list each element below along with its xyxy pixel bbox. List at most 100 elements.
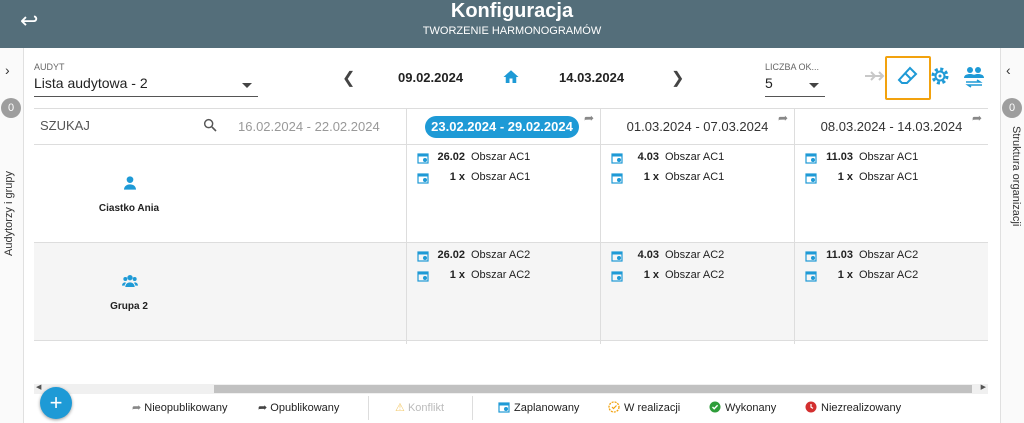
clock-icon [608, 401, 620, 413]
expand-left-panel-icon[interactable]: › [5, 62, 10, 78]
entry-area: Obszar AC2 [859, 269, 919, 281]
audyt-select[interactable]: Lista audytowa - 2 [34, 75, 258, 97]
week-label: 01.03.2024 - 07.03.2024 [626, 119, 769, 134]
swap-users-icon[interactable] [962, 64, 986, 88]
organization-side-panel: ‹ 0 Struktura organizacji [1000, 48, 1024, 423]
scroll-left-icon[interactable]: ◀ [36, 383, 41, 391]
calendar-icon [611, 153, 623, 164]
auditor-cell[interactable]: Ciastko Ania [34, 145, 224, 243]
entry-area: Obszar AC1 [471, 151, 531, 163]
search-input[interactable]: SZUKAJ [40, 118, 90, 133]
cancel-clock-icon [805, 401, 817, 413]
audyt-label: AUDYT [34, 62, 65, 72]
eraser-icon[interactable] [896, 64, 920, 88]
check-circle-icon [709, 401, 721, 413]
previous-period-button[interactable]: ❮ [342, 68, 355, 88]
schedule-grid: SZUKAJ 16.02.2024 - 22.02.2024 23.02.202… [34, 108, 988, 344]
schedule-cell[interactable]: 26.02 Obszar AC2 1 x Obszar AC2 [406, 243, 600, 341]
calendar-icon [805, 153, 817, 164]
entry-date: 26.02 [437, 249, 465, 261]
legend-opublikowany: ➦ Opublikowany [258, 401, 339, 417]
share-arrow-icon[interactable]: ➦ [972, 111, 982, 125]
horizontal-scrollbar[interactable]: ◀ ▶ [34, 384, 988, 394]
page-title: Konfiguracja [450, 0, 574, 22]
entry-date: 4.03 [637, 249, 659, 261]
auditors-count-badge: 0 [1, 98, 21, 118]
scroll-right-icon[interactable]: ▶ [981, 383, 986, 391]
schedule-cell[interactable]: 26.02 Obszar AC1 1 x Obszar AC1 [406, 145, 600, 243]
next-period-button[interactable]: ❯ [671, 68, 684, 88]
entry-area: Obszar AC1 [665, 151, 725, 163]
entry-area: Obszar AC2 [471, 269, 531, 281]
date-from: 09.02.2024 [398, 70, 464, 85]
legend-w-realizacji: W realizacji [608, 401, 680, 417]
entry-date: 4.03 [637, 151, 659, 163]
entry-count: 1 x [643, 269, 659, 281]
toolbar: AUDYT Lista audytowa - 2 ❮ 09.02.2024 14… [24, 48, 1000, 108]
calendar-icon [417, 271, 429, 282]
entry-count: 1 x [449, 171, 465, 183]
schedule-cell[interactable]: 4.03 Obszar AC1 1 x Obszar AC1 [600, 145, 794, 243]
calendar-icon [417, 153, 429, 164]
expand-right-panel-icon[interactable]: ‹ [1006, 62, 1011, 78]
week-header[interactable]: 01.03.2024 - 07.03.2024 ➦ [601, 109, 794, 145]
legend-divider [368, 396, 369, 420]
share-arrow-icon[interactable]: ➦ [778, 111, 788, 125]
entry-date: 26.02 [437, 151, 465, 163]
search-icon[interactable] [202, 117, 218, 133]
liczba-select[interactable]: 5 [765, 75, 825, 97]
legend-label: Nieopublikowany [144, 402, 228, 414]
entry-area: Obszar AC1 [859, 151, 919, 163]
settings-gear-icon[interactable] [928, 64, 952, 88]
calendar-icon [417, 173, 429, 184]
week-label: 08.03.2024 - 14.03.2024 [820, 119, 963, 134]
week-header[interactable]: 23.02.2024 - 29.02.2024 ➦ [407, 109, 600, 145]
legend-label: W realizacji [624, 402, 681, 414]
entry-area: Obszar AC2 [859, 249, 919, 261]
search-box[interactable]: SZUKAJ [34, 109, 224, 145]
calendar-icon [805, 251, 817, 262]
audyt-select-value: Lista audytowa - 2 [34, 75, 148, 91]
entry-count: 1 x [643, 171, 659, 183]
legend-divider [472, 396, 473, 420]
legend-label: Konflikt [407, 402, 445, 414]
week-header[interactable]: 08.03.2024 - 14.03.2024 ➦ [795, 109, 988, 145]
calendar-icon [611, 251, 623, 262]
calendar-icon [611, 271, 623, 282]
scrollbar-thumb[interactable] [214, 385, 972, 393]
entry-count: 1 x [449, 269, 465, 281]
home-icon[interactable] [502, 68, 520, 86]
calendar-icon [805, 173, 817, 184]
previous-week-label: 16.02.2024 - 22.02.2024 [238, 119, 380, 134]
share-arrow-icon[interactable]: ➦ [584, 111, 594, 125]
page-subtitle: TWORZENIE HARMONOGRAMÓW [422, 25, 602, 37]
group-cell[interactable]: Grupa 2 [34, 243, 224, 341]
entry-count: 1 x [837, 269, 853, 281]
entry-area: Obszar AC2 [471, 249, 531, 261]
group-name: Grupa 2 [110, 301, 148, 312]
app-header: ↩ Konfiguracja TWORZENIE HARMONOGRAMÓW [0, 0, 1024, 48]
add-button[interactable]: + [40, 387, 72, 419]
schedule-cell[interactable]: 4.03 Obszar AC2 1 x Obszar AC2 [600, 243, 794, 341]
auditors-panel-label[interactable]: Audytorzy i grupy [3, 126, 21, 256]
publish-arrows-icon[interactable] [862, 64, 886, 88]
legend-konflikt: ⚠ Konflikt [395, 401, 444, 417]
warning-icon: ⚠ [395, 402, 405, 414]
organization-count-badge: 0 [1002, 98, 1022, 118]
share-arrow-icon: ➦ [258, 402, 268, 414]
legend-label: Niezrealizowany [821, 402, 902, 414]
entry-area: Obszar AC2 [665, 269, 725, 281]
current-week-pill[interactable]: 23.02.2024 - 29.02.2024 [425, 116, 579, 138]
legend-label: Zaplanowany [514, 402, 580, 414]
auditors-side-panel: › 0 Audytorzy i grupy [0, 48, 24, 423]
schedule-cell[interactable]: 11.03 Obszar AC1 1 x Obszar AC1 [794, 145, 988, 243]
organization-panel-label[interactable]: Struktura organizacji [1004, 126, 1022, 256]
calendar-icon [417, 251, 429, 262]
liczba-label: LICZBA OK... [765, 62, 820, 72]
entry-area: Obszar AC2 [665, 249, 725, 261]
schedule-cell[interactable]: 11.03 Obszar AC2 1 x Obszar AC2 [794, 243, 988, 341]
auditor-name: Ciastko Ania [98, 203, 160, 214]
table-row: Ciastko Ania 26.02 Obszar AC1 1 x Obszar… [34, 145, 988, 243]
legend-wykonany: Wykonany [709, 401, 776, 417]
entry-area: Obszar AC1 [471, 171, 531, 183]
